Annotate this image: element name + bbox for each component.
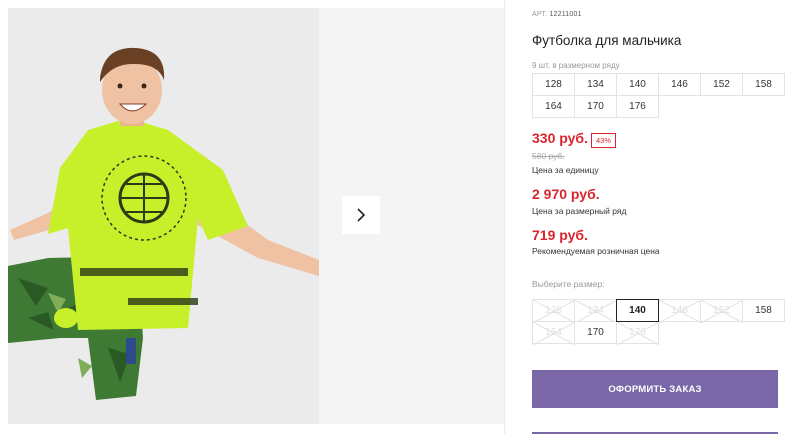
article-number: АРТ. 12211001 — [532, 11, 582, 18]
unit-price: 330 руб. — [532, 130, 588, 146]
cross-out-icon — [659, 300, 701, 323]
cross-out-icon — [533, 322, 575, 345]
size-row-item: 146 — [658, 73, 701, 96]
article-label: АРТ. — [532, 11, 548, 18]
size-row-item: 134 — [574, 73, 617, 96]
size-option-label: 170 — [587, 327, 604, 338]
size-row-item: 170 — [574, 95, 617, 118]
cross-out-icon — [617, 322, 659, 345]
product-gallery — [8, 8, 504, 424]
size-option[interactable]: 170 — [574, 321, 617, 344]
column-divider — [504, 0, 505, 434]
size-option-label: 140 — [629, 305, 646, 316]
size-option: 176 — [616, 321, 659, 345]
size-row-price-label: Цена за размерный ряд — [532, 206, 627, 216]
size-option: 152 — [700, 299, 743, 323]
size-option: 146 — [658, 299, 701, 323]
cross-out-icon — [575, 300, 617, 323]
article-value: 12211001 — [549, 11, 582, 18]
unit-price-label: Цена за единицу — [532, 165, 599, 175]
size-option[interactable]: 140 — [616, 299, 659, 322]
product-title: Футболка для мальчика — [532, 33, 682, 48]
size-picker: 128 134 140 146 152 158 164 170 176 — [532, 299, 785, 345]
next-image-button[interactable] — [342, 196, 380, 234]
chevron-right-icon — [357, 208, 366, 222]
size-row-item: 128 — [532, 73, 575, 96]
size-option: 128 — [532, 299, 575, 323]
cross-out-icon — [533, 300, 575, 323]
retail-price-label: Рекомендуемая розничная цена — [532, 246, 660, 256]
size-row-item: 140 — [616, 73, 659, 96]
size-row-price: 2 970 руб. — [532, 186, 600, 202]
size-option: 134 — [574, 299, 617, 323]
size-count: 9 шт. в размерном ряду — [532, 61, 620, 70]
old-price: 580 руб. — [532, 151, 565, 161]
size-option: 164 — [532, 321, 575, 345]
size-option[interactable]: 158 — [742, 299, 785, 322]
discount-badge: 43% — [591, 133, 617, 148]
size-row-item: 158 — [742, 73, 785, 96]
size-row-item: 176 — [616, 95, 659, 118]
order-button[interactable]: ОФОРМИТЬ ЗАКАЗ — [532, 370, 778, 408]
retail-price: 719 руб. — [532, 227, 588, 243]
product-photo[interactable] — [8, 8, 319, 424]
size-row-item: 152 — [700, 73, 743, 96]
cross-out-icon — [701, 300, 743, 323]
size-picker-label: Выберите размер: — [532, 279, 605, 289]
size-row-item: 164 — [532, 95, 575, 118]
size-option-label: 158 — [755, 305, 772, 316]
size-row-grid: 128 134 140 146 152 158 164 170 176 — [532, 73, 785, 118]
